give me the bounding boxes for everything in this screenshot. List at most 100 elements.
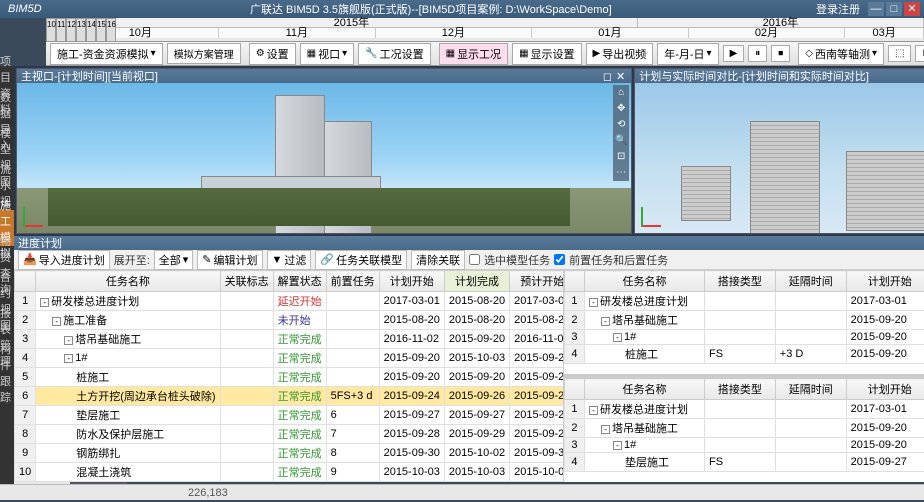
- table-row[interactable]: 4-1#正常完成2015-09-202015-10-032015-09-2020…: [15, 349, 564, 368]
- view-angle-select[interactable]: ◇ 西南等轴测 ▾: [798, 43, 884, 65]
- scheme-mgmt-button[interactable]: 模拟方案管理: [167, 43, 241, 64]
- col-plan-start[interactable]: 计划开始: [846, 271, 924, 292]
- table-row[interactable]: 10混凝土浇筑正常完成92015-10-032015-10-032015-10-…: [15, 463, 564, 482]
- vtool-pan-icon[interactable]: ✥: [613, 101, 629, 117]
- edit-plan-button[interactable]: ✎ 编辑计划: [197, 250, 262, 270]
- vtool-fit-icon[interactable]: ⊡: [613, 149, 629, 165]
- table-row[interactable]: 1-研发楼总进度计划2017-03-01: [564, 292, 924, 311]
- table-row[interactable]: 3-1#2015-09-202015-10-03: [564, 330, 924, 345]
- expand-select[interactable]: 全部 ▾: [154, 250, 194, 270]
- col-predecessor[interactable]: 前置任务: [326, 271, 379, 292]
- table-row[interactable]: 3-塔吊基础施工正常完成2016-11-022015-09-202016-11-…: [15, 330, 564, 349]
- display-set-button[interactable]: ▦ 显示设置: [512, 43, 581, 65]
- day-cell[interactable]: 15: [96, 18, 106, 42]
- axis-gizmo[interactable]: [23, 197, 53, 227]
- col-status[interactable]: 解置状态: [273, 271, 326, 292]
- col-plan-start[interactable]: 计划开始: [846, 379, 924, 400]
- day-cell[interactable]: 10: [46, 18, 56, 42]
- table-row[interactable]: 6土方开挖(周边承台桩头破除)正常完成5FS+3 d2015-09-242015…: [15, 387, 564, 406]
- day-cell[interactable]: 13: [76, 18, 86, 42]
- col-task-name[interactable]: 任务名称: [36, 271, 220, 292]
- table-row[interactable]: 7垫层施工正常完成62015-09-272015-09-272015-09-27…: [15, 406, 564, 425]
- viewport-3d-canvas[interactable]: ⌂ ✥ ⟲ 🔍 ⊡: [635, 83, 924, 233]
- app-title: 广联达 BIM5D 3.5旗舰版(正式版)--[BIM5D项目案例: D:\Wo…: [46, 1, 816, 17]
- timeline-days[interactable]: 10 11 12 13 14 15 16: [46, 18, 116, 42]
- col-task-name[interactable]: 任务名称: [584, 271, 704, 292]
- day-cell[interactable]: 16: [106, 18, 116, 42]
- month-label: 01月: [532, 28, 689, 38]
- date-format-select[interactable]: 年-月-日 ▾: [657, 43, 718, 65]
- tool-a[interactable]: ⬚: [888, 45, 911, 62]
- clear-link-button[interactable]: 清除关联: [411, 250, 465, 270]
- table-row[interactable]: 9钢筋绑扎正常完成82015-09-302015-10-022015-09-30…: [15, 444, 564, 463]
- table-row[interactable]: 8防水及保护层施工正常完成72015-09-282015-09-292015-0…: [15, 425, 564, 444]
- table-row[interactable]: 4桩施工FS+3 D2015-09-202015-09-20: [564, 345, 924, 364]
- max-button[interactable]: □: [886, 2, 902, 16]
- vtool-zoom-icon[interactable]: 🔍: [613, 133, 629, 149]
- col-plan-end[interactable]: 计划完成: [444, 271, 509, 292]
- vtool-more-icon[interactable]: ⋯: [613, 165, 629, 181]
- col-num[interactable]: [15, 271, 36, 292]
- viewport-main[interactable]: 主视口-[计划时间][当前视口]◻✕ ⌂ ✥ ⟲ 🔍 ⊡ ⋯: [16, 68, 632, 234]
- show-condition-button[interactable]: ▦ 显示工况: [439, 43, 508, 65]
- day-cell[interactable]: 11: [56, 18, 66, 42]
- col-lag[interactable]: 延隔时间: [775, 379, 846, 400]
- link-model-button[interactable]: 🔗 任务关联模型: [315, 250, 407, 270]
- table-row[interactable]: 2-塔吊基础施工2015-09-202016-11-02: [564, 311, 924, 330]
- month-label: 12月: [376, 28, 533, 38]
- select-model-task-check[interactable]: [469, 254, 480, 265]
- viewport-title: 主视口-[计划时间][当前视口]: [21, 68, 601, 84]
- play-button[interactable]: ▶: [723, 45, 745, 62]
- col-link-type[interactable]: 搭接类型: [704, 379, 775, 400]
- col-link-type[interactable]: 搭接类型: [704, 271, 775, 292]
- table-row[interactable]: 2-塔吊基础施工2015-09-202016-11-02: [564, 419, 924, 438]
- predecessor-grid[interactable]: 任务名称 搭接类型 延隔时间 计划开始 计划完成 1-研发楼总进度计划2017-…: [564, 270, 924, 374]
- table-row[interactable]: 4垫层施工FS2015-09-272015-09-27: [564, 453, 924, 472]
- col-plan-start[interactable]: 计划开始: [379, 271, 444, 292]
- stop-button[interactable]: ⏹: [771, 45, 790, 62]
- col-relation[interactable]: 关联标志: [220, 271, 273, 292]
- schedule-grid[interactable]: 任务名称 关联标志 解置状态 前置任务 计划开始 计划完成 预计开始 预计完成 …: [14, 270, 564, 482]
- expand-label: 展开至:: [114, 252, 150, 268]
- viewport-3d-canvas[interactable]: ⌂ ✥ ⟲ 🔍 ⊡ ⋯: [17, 83, 631, 233]
- table-row[interactable]: 1-研发楼总进度计划延迟开始2017-03-012015-08-202017-0…: [15, 292, 564, 311]
- user-link[interactable]: 登录注册: [816, 1, 860, 17]
- day-cell[interactable]: 12: [66, 18, 76, 42]
- viewport-tools: ⌂ ✥ ⟲ 🔍 ⊡ ⋯: [613, 85, 629, 181]
- axis-gizmo[interactable]: [641, 197, 671, 227]
- condition-set-button[interactable]: 🔧 工况设置: [358, 43, 430, 65]
- day-cell[interactable]: 14: [86, 18, 96, 42]
- viewport-max-icon[interactable]: ◻: [601, 70, 614, 83]
- viewport-title: 计划与实际时间对比-[计划时间和实际时间对比]: [639, 68, 924, 84]
- min-button[interactable]: —: [868, 2, 884, 16]
- settings-button[interactable]: ⚙ 设置: [249, 43, 296, 65]
- table-row[interactable]: 2-施工准备未开始2015-08-202015-08-202015-08-202…: [15, 311, 564, 330]
- schedule-toolbar: 📥 导入进度计划 展开至: 全部 ▾ ✎ 编辑计划 ▼ 过滤 🔗 任务关联模型 …: [14, 250, 924, 270]
- predecessor-check[interactable]: [554, 254, 565, 265]
- pause-button[interactable]: ⏸: [748, 45, 767, 62]
- vtool-home-icon[interactable]: ⌂: [613, 85, 629, 101]
- filter-button[interactable]: ▼ 过滤: [267, 250, 312, 270]
- coordinate-display: 226,183: [188, 487, 228, 499]
- timeline-ruler[interactable]: 10 11 12 13 14 15 16 2015年 2016年 10月 11月…: [46, 18, 924, 42]
- export-video-button[interactable]: ▶ 导出视频: [586, 43, 654, 65]
- col-est-start[interactable]: 预计开始: [510, 271, 564, 292]
- table-row[interactable]: 3-1#2015-09-202015-10-03: [564, 438, 924, 453]
- viewport-button[interactable]: ▦ 视口 ▾: [300, 43, 354, 65]
- table-row[interactable]: 1-研发楼总进度计划2017-03-01: [564, 400, 924, 419]
- col-lag[interactable]: 延隔时间: [775, 271, 846, 292]
- vtool-rotate-icon[interactable]: ⟲: [613, 117, 629, 133]
- tool-b[interactable]: ⊞: [915, 45, 924, 62]
- successor-grid[interactable]: 任务名称 搭接类型 延隔时间 计划开始 计划完成 1-研发楼总进度计划2017-…: [564, 378, 924, 482]
- import-schedule-button[interactable]: 📥 导入进度计划: [18, 250, 110, 270]
- status-bar: 226,183: [0, 484, 924, 500]
- month-label: 02月: [689, 28, 846, 38]
- viewport-close-icon[interactable]: ✕: [614, 70, 627, 83]
- col-task-name[interactable]: 任务名称: [584, 379, 704, 400]
- year-label: 2016年: [638, 18, 924, 27]
- close-button[interactable]: ✕: [904, 2, 920, 16]
- viewport-compare[interactable]: 计划与实际时间对比-[计划时间和实际时间对比]◻✕ ⌂ ✥ ⟲ 🔍 ⊡: [634, 68, 924, 234]
- scheme-select[interactable]: 施工-资金资源模拟 ▾: [50, 43, 163, 65]
- sidebar-item-component-track[interactable]: 构件跟踪: [0, 354, 14, 390]
- table-row[interactable]: 5桩施工正常完成2015-09-202015-09-202015-09-2020…: [15, 368, 564, 387]
